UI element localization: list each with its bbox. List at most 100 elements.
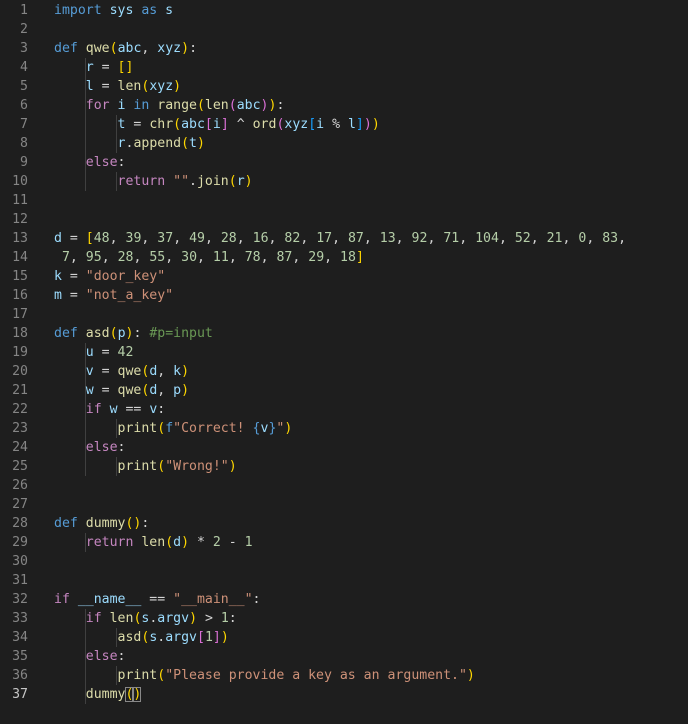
code-text[interactable]: def asd(p): #p=input xyxy=(54,324,213,343)
code-token: 49 xyxy=(189,231,205,246)
code-text[interactable]: r = [] xyxy=(54,58,134,77)
code-token: 78 xyxy=(244,250,261,265)
code-line-19[interactable]: 19 u = 42 xyxy=(0,343,688,362)
code-line-33[interactable]: 33 if len(s.argv) > 1: xyxy=(0,609,688,628)
code-text[interactable]: u = 42 xyxy=(54,343,134,362)
code-text[interactable]: if w == v: xyxy=(54,400,165,419)
code-line-16[interactable]: 16 m = "not_a_key" xyxy=(0,286,688,305)
code-token: [ xyxy=(196,630,205,645)
code-text[interactable]: else: xyxy=(54,153,126,172)
code-token: = xyxy=(93,60,118,75)
code-text[interactable]: t = chr(abc[i] ^ ord(xyz[i % l])) xyxy=(54,115,380,134)
code-text[interactable]: def dummy(): xyxy=(54,514,149,533)
code-line-8[interactable]: 8 r.append(t) xyxy=(0,134,688,153)
code-text[interactable]: def qwe(abc, xyz): xyxy=(54,39,197,58)
code-line-7[interactable]: 7 t = chr(abc[i] ^ ord(xyz[i % l])) xyxy=(0,115,688,134)
code-line-32[interactable]: 32 if __name__ == "__main__": xyxy=(0,590,688,609)
code-token: for xyxy=(85,98,110,113)
code-token: i xyxy=(109,98,126,113)
code-line-34[interactable]: 34 asd(s.argv[1]) xyxy=(0,628,688,647)
code-text[interactable]: else: xyxy=(54,647,126,666)
code-token: 28 xyxy=(220,231,237,246)
line-number: 18 xyxy=(12,326,28,341)
code-editor[interactable]: 1 import sys as s 2 3 def qwe(abc, xyz): 4 r … xyxy=(0,0,688,724)
code-text[interactable]: import sys as s xyxy=(54,1,173,20)
code-text[interactable]: dummy() xyxy=(54,685,142,704)
code-text[interactable]: print(f"Correct! {v}") xyxy=(54,419,293,438)
code-line-6[interactable]: 6 for i in range(len(abc)): xyxy=(0,96,688,115)
code-text[interactable]: v = qwe(d, k) xyxy=(54,362,189,381)
code-line-5[interactable]: 5 l = len(xyz) xyxy=(0,77,688,96)
code-token: l xyxy=(347,117,356,132)
code-token: import xyxy=(54,3,102,18)
code-token: , xyxy=(498,231,515,246)
code-line-22[interactable]: 22 if w == v: xyxy=(0,400,688,419)
code-text[interactable]: else: xyxy=(54,438,126,457)
code-text[interactable]: r.append(t) xyxy=(54,134,205,153)
code-line-25[interactable]: 25 print("Wrong!") xyxy=(0,457,688,476)
code-line-20[interactable]: 20 v = qwe(d, k) xyxy=(0,362,688,381)
code-line-1[interactable]: 1 import sys as s xyxy=(0,1,688,20)
code-line-4[interactable]: 4 r = [] xyxy=(0,58,688,77)
code-line-36[interactable]: 36 print("Please provide a key as an arg… xyxy=(0,666,688,685)
code-token: , xyxy=(268,231,285,246)
code-token: ) xyxy=(181,364,190,379)
code-token: 1 xyxy=(244,535,253,550)
code-token: def xyxy=(54,516,78,531)
code-text[interactable]: for i in range(len(abc)): xyxy=(54,96,285,115)
code-token: , xyxy=(69,250,86,265)
code-text[interactable]: if __name__ == "__main__": xyxy=(54,590,260,609)
code-text[interactable]: d = [48, 39, 37, 49, 28, 16, 82, 17, 87,… xyxy=(54,229,626,248)
code-line-14[interactable]: 14 7, 95, 28, 55, 30, 11, 78, 87, 29, 18… xyxy=(0,248,688,267)
code-text[interactable]: l = len(xyz) xyxy=(54,77,181,96)
code-line-26[interactable]: 26 xyxy=(0,476,688,495)
code-line-17[interactable]: 17 xyxy=(0,305,688,324)
code-text[interactable]: return "".join(r) xyxy=(54,172,253,191)
code-line-10[interactable]: 10 return "".join(r) xyxy=(0,172,688,191)
code-token: 21 xyxy=(546,231,563,246)
code-line-31[interactable]: 31 xyxy=(0,571,688,590)
code-line-13[interactable]: 13 d = [48, 39, 37, 49, 28, 16, 82, 17, 8… xyxy=(0,229,688,248)
code-token: , xyxy=(204,231,221,246)
code-token: asd xyxy=(117,630,142,645)
code-line-21[interactable]: 21 w = qwe(d, p) xyxy=(0,381,688,400)
code-text[interactable]: m = "not_a_key" xyxy=(54,286,173,305)
code-line-12[interactable]: 12 xyxy=(0,210,688,229)
code-line-18[interactable]: 18 def asd(p): #p=input xyxy=(0,324,688,343)
code-text[interactable]: print("Wrong!") xyxy=(54,457,237,476)
code-token: w xyxy=(85,383,94,398)
code-token: : xyxy=(276,98,285,113)
code-line-35[interactable]: 35 else: xyxy=(0,647,688,666)
code-line-28[interactable]: 28 def dummy(): xyxy=(0,514,688,533)
code-line-3[interactable]: 3 def qwe(abc, xyz): xyxy=(0,39,688,58)
code-line-15[interactable]: 15 k = "door_key" xyxy=(0,267,688,286)
code-line-11[interactable]: 11 xyxy=(0,191,688,210)
code-text[interactable]: asd(s.argv[1]) xyxy=(54,628,229,647)
code-text[interactable]: 7, 95, 28, 55, 30, 11, 78, 87, 29, 18] xyxy=(54,248,364,267)
code-token: print xyxy=(117,668,158,683)
code-text[interactable]: if len(s.argv) > 1: xyxy=(54,609,237,628)
code-text[interactable]: print("Please provide a key as an argume… xyxy=(54,666,475,685)
code-line-23[interactable]: 23 print(f"Correct! {v}") xyxy=(0,419,688,438)
code-line-30[interactable]: 30 xyxy=(0,552,688,571)
code-line-29[interactable]: 29 return len(d) * 2 - 1 xyxy=(0,533,688,552)
code-text[interactable]: k = "door_key" xyxy=(54,267,165,286)
code-text[interactable]: return len(d) * 2 - 1 xyxy=(54,533,253,552)
code-token: print xyxy=(117,421,158,436)
code-text[interactable]: w = qwe(d, p) xyxy=(54,381,189,400)
code-line-2[interactable]: 2 xyxy=(0,20,688,39)
line-number: 26 xyxy=(12,478,28,493)
code-line-37[interactable]: 37 dummy() xyxy=(0,685,688,704)
code-token: , xyxy=(300,231,317,246)
code-token: ] xyxy=(212,630,221,645)
code-line-24[interactable]: 24 else: xyxy=(0,438,688,457)
line-number: 12 xyxy=(12,212,28,227)
code-line-9[interactable]: 9 else: xyxy=(0,153,688,172)
code-line-27[interactable]: 27 xyxy=(0,495,688,514)
code-token: else xyxy=(85,440,118,455)
